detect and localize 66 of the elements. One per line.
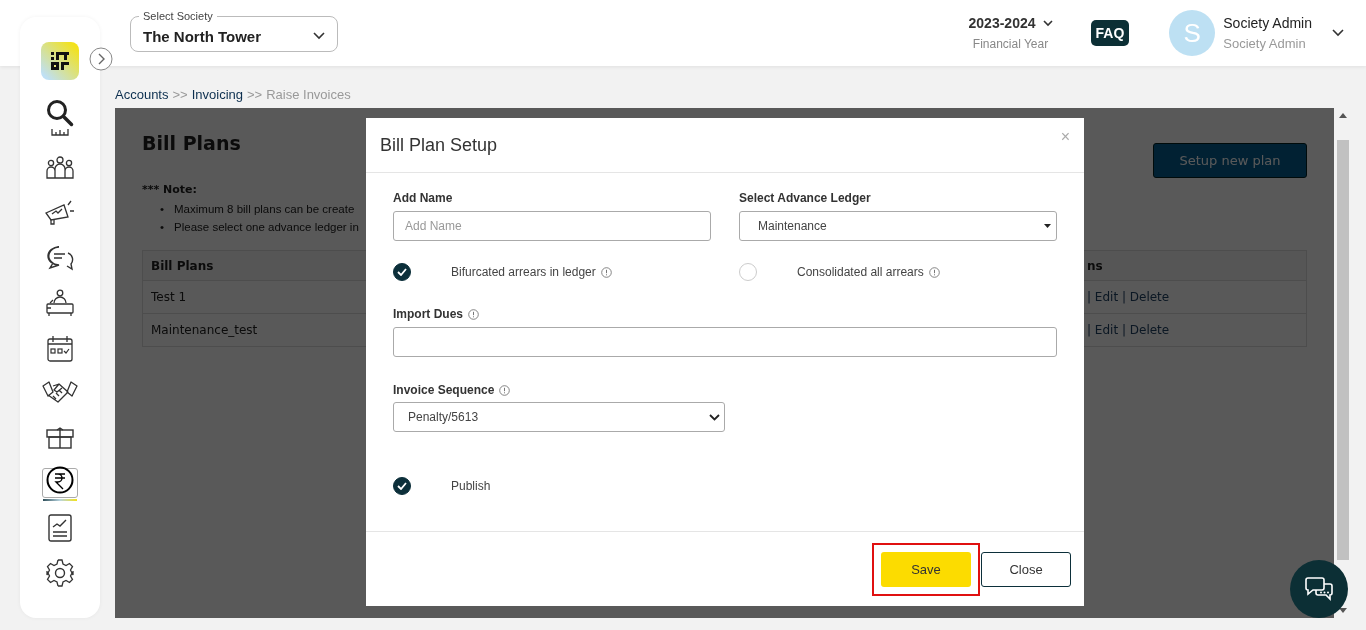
option-label: Bifurcated arrears in ledger	[451, 265, 596, 279]
breadcrumb-current: Raise Invoices	[266, 87, 351, 103]
ledger-select[interactable]: Maintenance	[739, 211, 1057, 241]
app-logo[interactable]	[41, 42, 79, 80]
field-label: Select Advance Ledger	[739, 191, 872, 205]
chevron-down-icon[interactable]	[1332, 29, 1344, 37]
field-label: Invoice Sequence	[393, 383, 495, 397]
invoice-sequence-select[interactable]: Penalty/5613	[393, 402, 725, 432]
chat-bubbles-icon[interactable]	[46, 245, 74, 271]
bullet-marker: •	[160, 220, 165, 235]
column-header: ns	[1086, 258, 1103, 273]
settings-icon[interactable]	[46, 559, 74, 587]
financial-year-select[interactable]: 2023-2024	[968, 15, 1036, 31]
note-item: Maximum 8 bill plans can be create	[174, 202, 355, 217]
checkbox[interactable]	[393, 477, 411, 495]
megaphone-icon[interactable]	[44, 199, 76, 227]
info-icon[interactable]	[928, 266, 940, 278]
search-icon[interactable]	[46, 99, 74, 127]
breadcrumb-link[interactable]: Accounts	[115, 87, 169, 103]
desk-person-icon[interactable]	[46, 289, 74, 317]
info-icon[interactable]	[468, 308, 479, 320]
dialog-title: Bill Plan Setup	[380, 134, 498, 156]
rupee-coin-icon[interactable]	[46, 465, 74, 494]
user-role: Society Admin	[1223, 36, 1307, 51]
scroll-up-icon[interactable]	[1339, 113, 1347, 118]
dialog-button[interactable]: Save	[881, 551, 971, 587]
breadcrumb-separator: >>	[247, 87, 263, 103]
page-title: Bill Plans	[142, 132, 241, 154]
chevron-down-icon	[1042, 19, 1053, 27]
name-input[interactable]: Add Name	[393, 211, 711, 241]
breadcrumb-separator: >>	[172, 87, 188, 103]
field-label: Import Dues	[393, 307, 463, 321]
chat-icon	[1304, 576, 1334, 602]
table-cell-text: Test 1	[150, 290, 187, 304]
society-select[interactable]: Select Society The North Tower	[130, 10, 338, 52]
chevron-down-icon	[709, 413, 720, 421]
scroll-down-icon[interactable]	[1339, 608, 1347, 613]
scrollbar-thumb[interactable]	[1337, 140, 1349, 560]
financial-year-label: Financial Year	[972, 37, 1049, 51]
dialog-button[interactable]: Close	[981, 551, 1071, 587]
box-icon[interactable]	[46, 427, 74, 449]
faq-button[interactable]: FAQ	[1090, 20, 1130, 46]
note-item: Please select one advance ledger in	[174, 220, 359, 235]
field-label: Add Name	[393, 191, 454, 205]
bars-icon[interactable]	[50, 129, 70, 136]
report-chart-icon[interactable]	[48, 514, 72, 542]
note-heading: *** Note:	[142, 183, 197, 196]
bullet-marker: •	[160, 202, 165, 217]
people-group-icon[interactable]	[46, 156, 74, 180]
expand-toggle-icon[interactable]	[89, 47, 113, 71]
option-label: Publish	[451, 479, 491, 493]
calendar-icon[interactable]	[47, 334, 73, 362]
info-icon[interactable]	[600, 266, 612, 278]
user-name: Society Admin	[1223, 15, 1312, 31]
info-icon[interactable]	[499, 384, 511, 396]
active-indicator	[43, 498, 77, 501]
chevron-down-icon	[313, 32, 325, 40]
option-label: Consolidated all arrears	[797, 265, 924, 279]
check-icon	[397, 482, 407, 490]
breadcrumb-link[interactable]: Invoicing	[191, 87, 243, 103]
import-dues-input[interactable]	[393, 327, 1057, 357]
check-icon	[397, 268, 407, 276]
caret-icon	[1044, 224, 1051, 228]
table-cell-text: Maintenance_test	[150, 323, 258, 337]
column-header: Bill Plans	[150, 258, 214, 273]
radio-button[interactable]	[393, 263, 411, 281]
